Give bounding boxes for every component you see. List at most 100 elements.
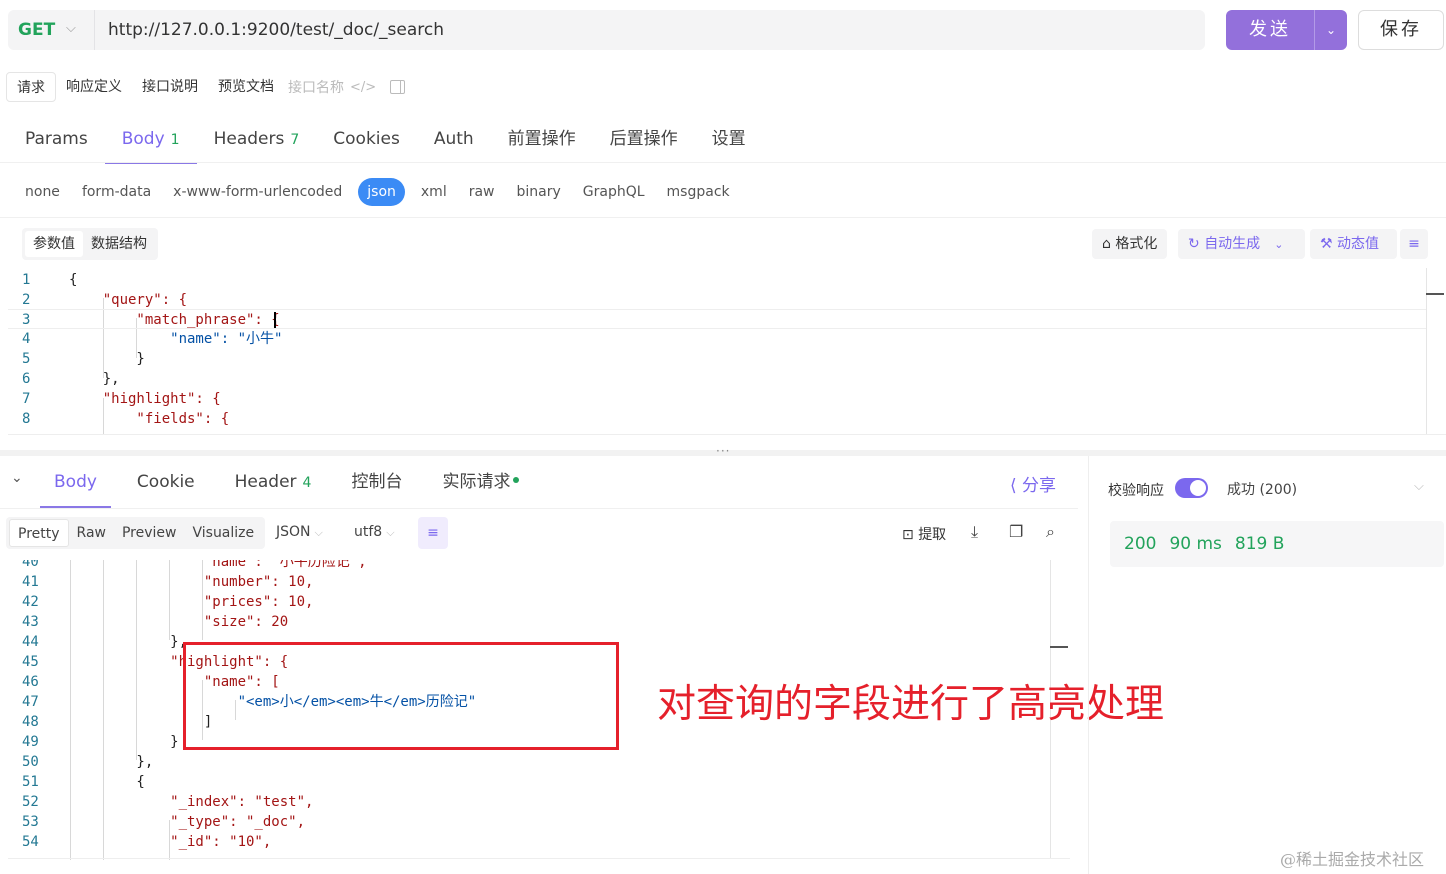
wrap-lines-button[interactable]: ≡ (1400, 229, 1428, 259)
body-type-binary[interactable]: binary (506, 178, 572, 206)
copy-icon[interactable]: ❐ (1009, 522, 1023, 541)
mode-tab-api-desc[interactable]: 接口说明 (132, 72, 208, 102)
body-type-msgpack[interactable]: msgpack (656, 178, 741, 206)
body-type-raw[interactable]: raw (458, 178, 506, 206)
tab-pre-script[interactable]: 前置操作 (491, 120, 593, 164)
mode-tab-preview-doc[interactable]: 预览文档 (208, 72, 284, 102)
share-icon: ⟨ (1010, 476, 1023, 496)
segment-values[interactable]: 参数值 (25, 231, 83, 257)
tab-headers[interactable]: Headers 7 (197, 120, 317, 164)
body-type-graphql[interactable]: GraphQL (572, 178, 656, 206)
collapse-chevron-icon[interactable]: ⌄ (11, 470, 23, 486)
scroll-thumb[interactable] (1426, 293, 1444, 295)
expected-status-select[interactable]: 成功 (200) (1227, 479, 1297, 499)
code-line: 8 "fields": { (22, 411, 230, 427)
status-code: 200 (1124, 534, 1157, 554)
send-button[interactable]: 发送 (1226, 10, 1314, 50)
drag-handle-icon[interactable]: ··· (716, 444, 730, 458)
code-line: 2 "query": { (22, 292, 188, 308)
mode-tab-request[interactable]: 请求 (6, 72, 56, 102)
code-line: 6 }, (22, 371, 120, 387)
response-type-select[interactable]: JSON ⌵ (276, 524, 323, 540)
divider (8, 434, 1446, 435)
code-line: 54 "_id": "10", (22, 834, 272, 850)
dynamic-value-button[interactable]: ⚒ 动态值 (1310, 229, 1397, 259)
tab-params[interactable]: Params (8, 120, 105, 164)
response-time: 90 ms (1169, 534, 1222, 554)
response-tabs: Body Cookie Header 4 控制台 实际请求 (34, 462, 539, 508)
chevron-down-icon: ⌄ (1274, 238, 1284, 251)
code-icon[interactable]: </> (350, 80, 376, 95)
code-line: 50 }, (22, 754, 154, 770)
panel-icon[interactable] (390, 80, 406, 94)
format-button[interactable]: ⌂ 格式化 (1092, 229, 1168, 259)
body-type-json[interactable]: json (358, 178, 405, 206)
request-tabs: Params Body 1 Headers 7 Cookies Auth 前置操作 … (8, 120, 763, 164)
extract-button[interactable]: ⊡ 提取 (902, 524, 946, 544)
body-type-radio: none form-data x-www-form-urlencoded jso… (14, 178, 741, 206)
code-line: 7 "highlight": { (22, 391, 221, 407)
resp-tab-header[interactable]: Header 4 (215, 462, 332, 508)
method-select[interactable]: GET (18, 20, 55, 40)
code-line: 52 "_index": "test", (22, 794, 314, 810)
resp-tab-cookie[interactable]: Cookie (117, 462, 215, 508)
segment-schema[interactable]: 数据结构 (83, 231, 155, 257)
code-line: 53 "_type": "_doc", (22, 814, 306, 830)
extract-icon: ⊡ (902, 527, 919, 543)
auto-generate-button[interactable]: ↻ 自动生成 ⌄ (1178, 229, 1305, 259)
search-icon[interactable]: ⌕ (1046, 522, 1055, 542)
chevron-down-icon: ⌄ (1325, 23, 1337, 37)
tab-settings[interactable]: 设置 (695, 120, 763, 164)
format-visualize[interactable]: Visualize (184, 519, 262, 547)
format-preview[interactable]: Preview (114, 519, 185, 547)
count-badge: 7 (290, 132, 300, 148)
response-format-segment: Pretty Raw Preview Visualize (6, 517, 266, 549)
divider (94, 10, 95, 50)
divider (0, 217, 1446, 218)
resp-tab-body[interactable]: Body (34, 462, 117, 508)
tab-auth[interactable]: Auth (417, 120, 491, 164)
body-type-form-data[interactable]: form-data (71, 178, 162, 206)
encoding-select[interactable]: utf8 ⌵ (354, 524, 395, 540)
resp-tab-console[interactable]: 控制台 (331, 462, 422, 508)
param-segment: 参数值 数据结构 (22, 228, 158, 260)
mode-tabs: 请求 响应定义 接口说明 预览文档 接口名称 </> (6, 72, 406, 102)
api-name-input[interactable]: 接口名称 (284, 77, 344, 97)
send-dropdown-button[interactable]: ⌄ (1314, 10, 1347, 50)
resp-tab-actual-request[interactable]: 实际请求 (422, 462, 539, 508)
response-stats: 200 90 ms 819 B (1124, 534, 1297, 554)
code-line: 5 } (22, 351, 145, 367)
divider (8, 858, 1070, 859)
chevron-down-icon: ⌵ (386, 526, 395, 539)
format-pretty[interactable]: Pretty (9, 519, 69, 547)
format-raw[interactable]: Raw (69, 519, 114, 547)
refresh-icon: ↻ (1188, 236, 1205, 252)
code-line: 51 { (22, 774, 145, 790)
tab-cookies[interactable]: Cookies (316, 120, 417, 164)
divider (0, 162, 1446, 163)
response-size: 819 B (1234, 534, 1285, 554)
share-button[interactable]: ⟨ 分享 (1010, 471, 1056, 496)
code-line: 4 "name": "小牛" (22, 331, 283, 347)
save-button[interactable]: 保存 (1358, 10, 1444, 50)
tab-post-script[interactable]: 后置操作 (593, 120, 695, 164)
request-body-editor[interactable]: 1{ 2 "query": { 3 "match_phrase": { 4 "n… (8, 268, 1438, 434)
download-icon[interactable]: ⤓ (971, 522, 978, 542)
tab-body[interactable]: Body 1 (104, 120, 197, 164)
chevron-down-icon: ⌵ (314, 526, 323, 539)
code-line: 43 "size": 20 (22, 614, 289, 630)
chevron-down-icon[interactable]: ⌵ (66, 21, 76, 36)
wrap-lines-button[interactable]: ≡ (418, 517, 448, 549)
code-line: 1{ (22, 272, 78, 288)
divider (0, 508, 1078, 509)
url-input[interactable]: http://127.0.0.1:9200/test/_doc/_search (108, 20, 444, 40)
validate-response-toggle[interactable] (1175, 478, 1208, 498)
chevron-down-icon[interactable]: ⌵ (1414, 479, 1424, 494)
body-type-urlencoded[interactable]: x-www-form-urlencoded (162, 178, 353, 206)
wrap-icon: ≡ (1408, 236, 1420, 252)
mode-tab-response-def[interactable]: 响应定义 (56, 72, 132, 102)
code-line-current: 3 "match_phrase": { (8, 309, 1426, 329)
scroll-thumb[interactable] (1050, 646, 1068, 648)
body-type-xml[interactable]: xml (410, 178, 458, 206)
body-type-none[interactable]: none (14, 178, 71, 206)
